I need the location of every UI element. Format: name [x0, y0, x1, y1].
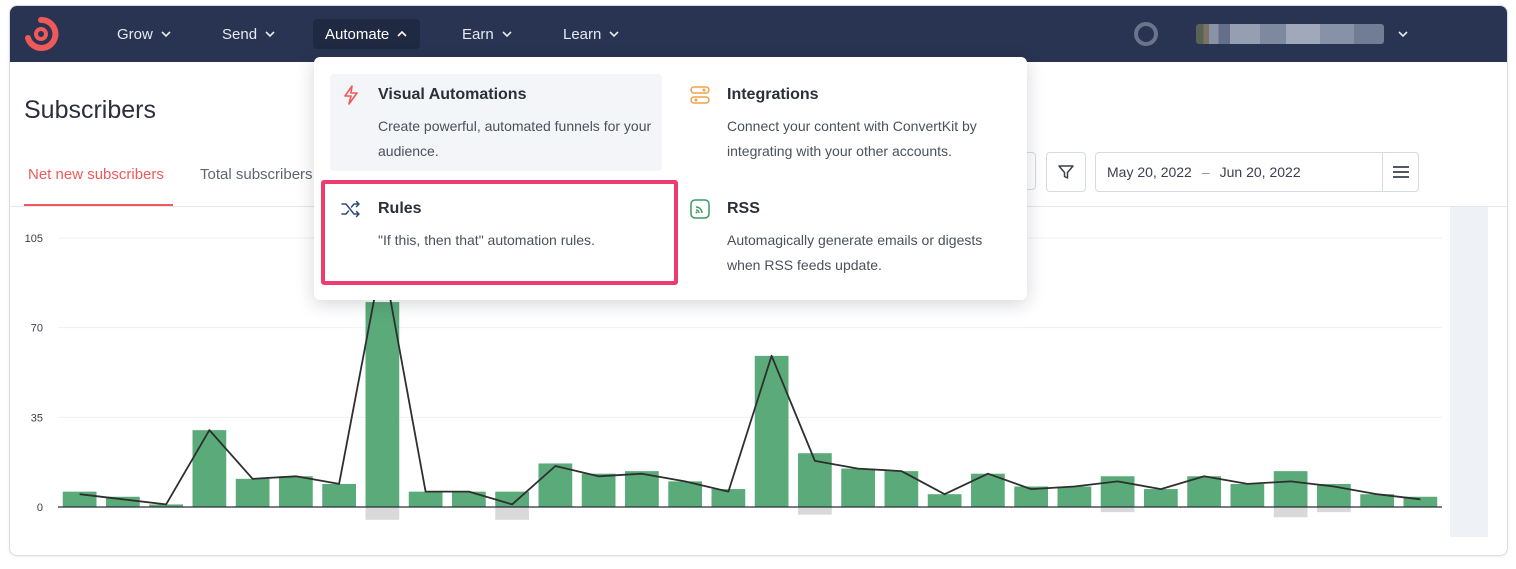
nav-grow[interactable]: Grow [117, 6, 172, 62]
negative-bar [495, 507, 529, 520]
page-title: Subscribers [24, 96, 156, 124]
bar [1187, 476, 1221, 507]
y-tick-label: 35 [31, 412, 43, 424]
nav-automate-label: Automate [325, 25, 390, 43]
app-window: Grow Send Automate Earn Learn Subscriber… [9, 5, 1508, 556]
automate-dropdown-menu: Visual Automations Create powerful, auto… [314, 57, 1027, 300]
bar [192, 430, 227, 507]
y-tick-label: 70 [31, 323, 43, 335]
bar [452, 491, 486, 507]
integrations-icon [690, 86, 710, 104]
nav-send-label: Send [222, 25, 258, 43]
rss-title: RSS [727, 200, 760, 217]
bar [235, 478, 270, 507]
y-tick-label: 0 [37, 502, 43, 514]
integrations-title: Integrations [727, 86, 819, 103]
tab-total-subscribers[interactable]: Total subscribers [200, 166, 313, 183]
tab-net-new-subscribers[interactable]: Net new subscribers [28, 166, 164, 183]
chart-menu-button[interactable] [1382, 153, 1418, 191]
nav-grow-label: Grow [117, 25, 153, 43]
integrations-description: Connect your content with ConvertKit by … [727, 118, 977, 159]
nav-earn-label: Earn [462, 25, 494, 43]
rules-title: Rules [378, 200, 422, 217]
chevron-down-icon [161, 31, 171, 38]
negative-bar [365, 507, 400, 520]
menu-item-rss[interactable]: RSS Automagically generate emails or dig… [679, 188, 1011, 285]
nav-automate[interactable]: Automate [313, 19, 421, 49]
negative-bar [798, 507, 832, 515]
bar [1273, 471, 1308, 507]
negative-bar [1317, 507, 1351, 513]
chevron-down-icon [502, 31, 512, 38]
date-range-start: May 20, 2022 [1107, 164, 1192, 180]
top-navigation: Grow Send Automate Earn Learn [10, 6, 1507, 62]
shuffle-icon [341, 200, 360, 218]
date-range-picker[interactable]: May 20, 2022 – Jun 20, 2022 [1095, 152, 1419, 192]
negative-bar [1273, 507, 1308, 518]
bar [1144, 489, 1178, 507]
bar [1230, 483, 1265, 507]
chevron-down-icon [265, 31, 275, 38]
bar [668, 481, 702, 507]
bar [279, 476, 313, 507]
bar [841, 468, 875, 507]
bar [365, 302, 400, 507]
bar [754, 355, 789, 507]
rules-description: "If this, then that" automation rules. [378, 232, 595, 248]
menu-item-rules[interactable]: Rules "If this, then that" automation ru… [330, 188, 662, 268]
bar [62, 491, 97, 507]
nav-learn-label: Learn [563, 25, 602, 43]
y-tick-label: 105 [25, 233, 43, 245]
negative-bar [1100, 507, 1135, 513]
nav-send[interactable]: Send [222, 6, 276, 62]
rss-icon [690, 199, 710, 219]
account-chevron-down-icon[interactable] [1396, 27, 1410, 41]
lightning-icon [344, 85, 358, 105]
bar [322, 483, 356, 507]
nav-learn[interactable]: Learn [563, 6, 620, 62]
filter-funnel-icon [1058, 165, 1074, 179]
convertkit-logo-icon[interactable] [23, 16, 59, 52]
chart-side-panel [1450, 207, 1488, 537]
hamburger-menu-icon [1392, 166, 1409, 178]
menu-item-visual-automations[interactable]: Visual Automations Create powerful, auto… [330, 74, 662, 171]
date-range-separator: – [1201, 164, 1210, 180]
bar [1057, 486, 1092, 507]
visual-automations-description: Create powerful, automated funnels for y… [378, 118, 652, 159]
rss-description: Automagically generate emails or digests… [727, 232, 983, 273]
account-name-blurred[interactable] [1196, 24, 1384, 44]
chevron-down-icon [609, 31, 619, 38]
bar [408, 491, 443, 507]
bar [581, 473, 616, 507]
visual-automations-title: Visual Automations [378, 86, 527, 103]
bar [927, 494, 962, 507]
nav-earn[interactable]: Earn [462, 6, 513, 62]
chevron-up-icon [397, 30, 407, 37]
loading-spinner-icon [1134, 22, 1158, 46]
menu-item-integrations[interactable]: Integrations Connect your content with C… [679, 74, 1011, 171]
filter-button[interactable] [1046, 152, 1086, 192]
bar [538, 463, 573, 507]
date-range-end: Jun 20, 2022 [1219, 164, 1301, 180]
